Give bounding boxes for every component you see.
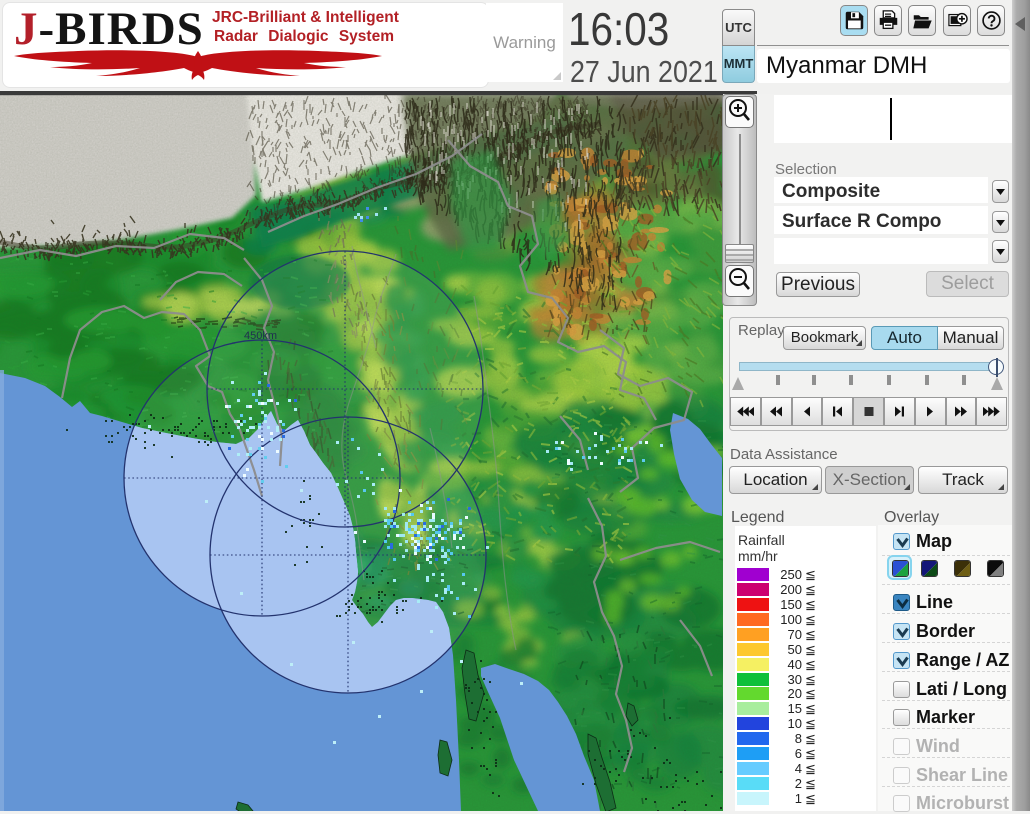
- svg-text:450km: 450km: [244, 330, 277, 342]
